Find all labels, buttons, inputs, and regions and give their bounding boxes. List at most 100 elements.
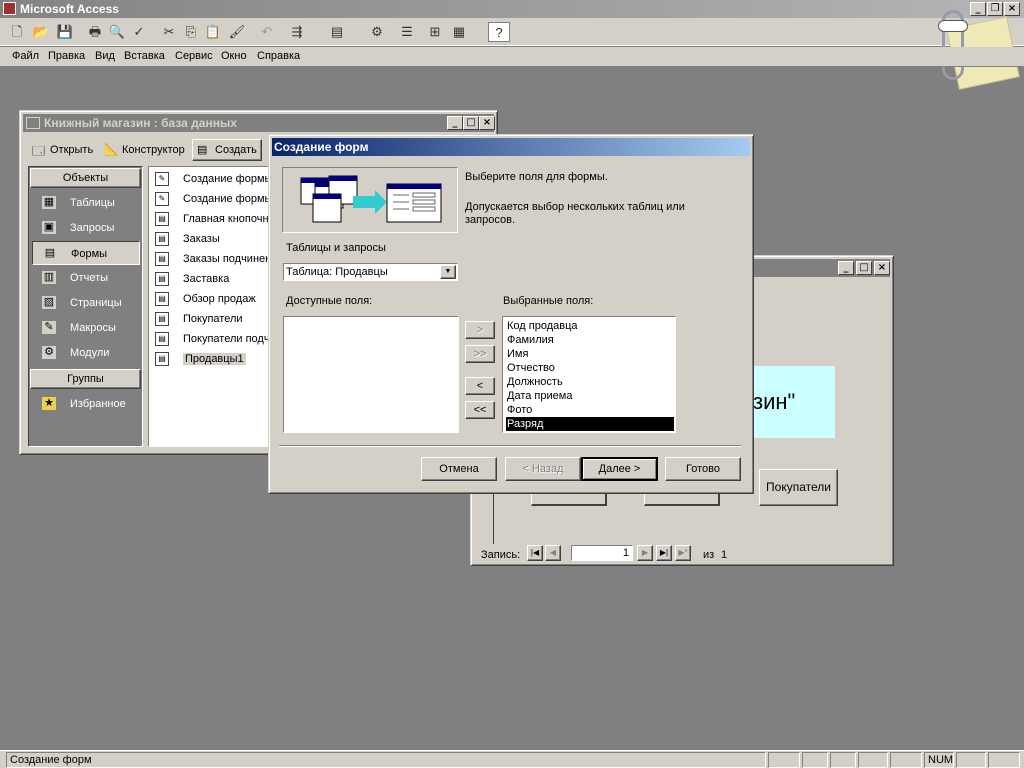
list-item-label: Создание формы — [183, 193, 268, 205]
next-button[interactable]: Далее > — [581, 457, 658, 481]
relationships-icon[interactable]: ⊞ — [424, 22, 446, 42]
remove-all-fields-button[interactable]: << — [465, 401, 495, 419]
print-icon[interactable]: 🖶 — [84, 22, 106, 42]
object-pages[interactable]: ▧ Страницы — [32, 291, 140, 315]
first-record-button[interactable]: |◀ — [527, 545, 543, 561]
record-number-field[interactable]: 1 — [571, 545, 633, 561]
list-item[interactable]: ▤ Заказы подчинен — [153, 249, 268, 269]
object-tables[interactable]: ▦ Таблицы — [32, 191, 140, 215]
list-item-label: Покупатели — [183, 313, 243, 325]
add-all-fields-button[interactable]: >> — [465, 345, 495, 363]
db-create-button[interactable]: ▤ Создать — [192, 139, 262, 161]
form-close-button[interactable]: × — [874, 261, 890, 275]
cancel-button[interactable]: Отмена — [421, 457, 497, 481]
status-cell-3 — [830, 752, 856, 768]
list-item[interactable]: ✎ Создание формы — [153, 189, 268, 209]
field-item[interactable]: Должность — [506, 375, 674, 389]
list-item[interactable]: ▤ Обзор продаж — [153, 289, 268, 309]
add-field-button[interactable]: > — [465, 321, 495, 339]
db-open-button[interactable]: 🗔 Открыть — [30, 139, 100, 161]
objects-list[interactable]: ✎ Создание формы ✎ Создание формы ▤ Главная… — [148, 166, 288, 447]
db-design-label: Конструктор — [122, 144, 185, 156]
db-close-button[interactable]: × — [479, 116, 495, 130]
list-item[interactable]: ▤ Заказы — [153, 229, 268, 249]
field-item[interactable]: Дата приема — [506, 389, 674, 403]
spelling-icon[interactable]: ✓ — [128, 22, 150, 42]
list-item[interactable]: ▤ Главная кнопочн — [153, 209, 268, 229]
list-item[interactable]: ▤ Продавцы1 — [153, 349, 268, 369]
group-favorites-label: Избранное — [70, 398, 126, 410]
form-maximize-button[interactable]: □ — [856, 261, 872, 275]
last-record-button[interactable]: ▶| — [656, 545, 672, 561]
open-folder-icon[interactable]: 📂 — [30, 22, 52, 42]
field-item[interactable]: Отчество — [506, 361, 674, 375]
office-links-icon[interactable]: ⇶ — [286, 22, 308, 42]
undo-icon[interactable]: ↶ — [256, 22, 278, 42]
list-item[interactable]: ▤ Покупатели подч — [153, 329, 268, 349]
tables-select-value: Таблица: Продавцы — [286, 266, 388, 278]
record-number-value: 1 — [622, 547, 629, 559]
db-maximize-button[interactable]: □ — [463, 116, 479, 130]
field-item[interactable]: Фото — [506, 403, 674, 417]
finish-button[interactable]: Готово — [665, 457, 741, 481]
new-object-icon[interactable]: ▦ — [448, 22, 470, 42]
menu-window[interactable]: Окно — [221, 50, 247, 62]
list-item[interactable]: ✎ Создание формы — [153, 169, 268, 189]
copy-icon[interactable]: ⎘ — [180, 22, 202, 42]
menu-file[interactable]: Файл — [12, 50, 39, 62]
tables-select[interactable]: Таблица: Продавцы ▼ — [283, 263, 458, 281]
code-icon[interactable]: ⚙ — [366, 22, 388, 42]
format-painter-icon[interactable]: 🖌 — [226, 22, 248, 42]
object-macros-label: Макросы — [70, 322, 116, 334]
object-reports[interactable]: ▥ Отчеты — [32, 266, 140, 290]
list-item-label: Заставка — [183, 273, 230, 285]
prev-record-button[interactable]: ◀ — [545, 545, 561, 561]
list-item-label: Обзор продаж — [183, 293, 256, 305]
field-item[interactable]: Фамилия — [506, 333, 674, 347]
properties-icon[interactable]: ☰ — [396, 22, 418, 42]
list-item[interactable]: ▤ Заставка — [153, 269, 268, 289]
selected-fields-list[interactable]: Код продавца Фамилия Имя Отчество Должно… — [502, 316, 676, 433]
list-item[interactable]: ▤ Покупатели — [153, 309, 268, 329]
customers-button[interactable]: Покупатели — [759, 469, 838, 506]
wizard-icon: ✎ — [155, 192, 169, 206]
object-macros[interactable]: ✎ Макросы — [32, 316, 140, 340]
new-file-icon[interactable]: 🗋 — [6, 22, 28, 42]
group-favorites[interactable]: ★ Избранное — [32, 392, 140, 416]
form-icon: ▤ — [155, 252, 169, 266]
menu-tools[interactable]: Сервис — [175, 50, 213, 62]
objects-header[interactable]: Объекты — [30, 168, 141, 188]
office-assistant-clippy[interactable] — [918, 4, 1020, 90]
object-pages-label: Страницы — [70, 297, 122, 309]
new-record-button[interactable]: ▶* — [675, 545, 691, 561]
analyze-icon[interactable]: ▤ — [326, 22, 348, 42]
cut-icon[interactable]: ✂ — [158, 22, 180, 42]
back-button[interactable]: < Назад — [505, 457, 581, 481]
db-design-button[interactable]: 📐 Конструктор — [102, 139, 190, 161]
record-of-label: из — [703, 549, 715, 561]
menu-view[interactable]: Вид — [95, 50, 115, 62]
object-forms[interactable]: ▤ Формы — [32, 241, 140, 265]
menu-edit[interactable]: Правка — [48, 50, 85, 62]
field-item[interactable]: Имя — [506, 347, 674, 361]
database-icon — [26, 117, 40, 129]
object-queries[interactable]: ▣ Запросы — [32, 216, 140, 240]
db-minimize-button[interactable]: _ — [447, 116, 463, 130]
remove-field-button[interactable]: < — [465, 377, 495, 395]
dropdown-arrow-icon[interactable]: ▼ — [440, 265, 456, 279]
help-icon[interactable]: ? — [488, 22, 510, 42]
field-item-selected[interactable]: Разряд — [505, 416, 675, 432]
print-preview-icon[interactable]: 🔍 — [106, 22, 128, 42]
save-icon[interactable]: 💾 — [54, 22, 76, 42]
available-fields-list[interactable] — [283, 316, 459, 433]
object-modules[interactable]: ⚙ Модули — [32, 341, 140, 365]
form-wizard-dialog: Создание форм Выберите поля для формы. Д… — [268, 134, 754, 494]
paste-icon[interactable]: 📋 — [202, 22, 224, 42]
next-record-button[interactable]: ▶ — [637, 545, 653, 561]
menu-help[interactable]: Справка — [257, 50, 300, 62]
field-item[interactable]: Код продавца — [506, 319, 674, 333]
groups-header[interactable]: Группы — [30, 369, 141, 389]
menu-insert[interactable]: Вставка — [124, 50, 165, 62]
form-minimize-button[interactable]: _ — [838, 261, 854, 275]
status-cell-8 — [988, 752, 1020, 768]
